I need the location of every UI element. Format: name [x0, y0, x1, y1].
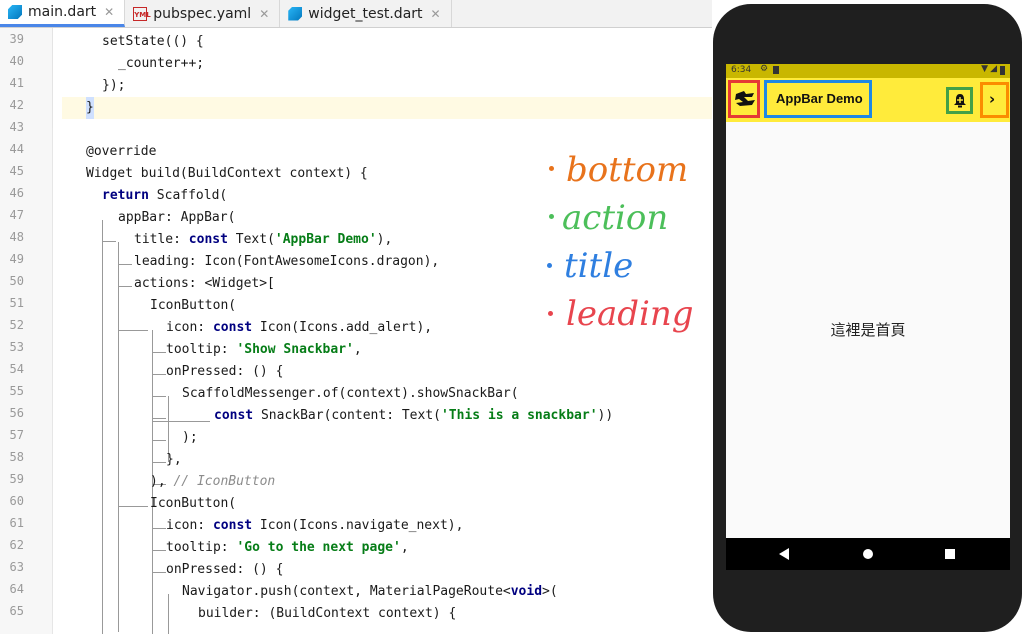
annotation-leading: leading: [566, 294, 694, 334]
close-icon[interactable]: ✕: [259, 7, 269, 21]
app-bar-title: AppBar Demo: [776, 91, 863, 106]
code-line: ), // IconButton: [150, 474, 276, 489]
line-number: 59: [9, 472, 24, 486]
dragon-icon[interactable]: [734, 90, 756, 108]
sd-card-icon: [773, 66, 779, 74]
code-line: leading: Icon(FontAwesomeIcons.dragon),: [134, 254, 440, 269]
code-line: onPressed: () {: [166, 364, 284, 379]
line-number: 44: [9, 142, 24, 156]
tree-guide: [152, 506, 153, 634]
gear-icon: ⚙: [760, 64, 769, 74]
bullet-dot: [548, 311, 553, 316]
line-number: 51: [9, 296, 24, 310]
code-line: IconButton(: [150, 496, 237, 511]
code-line: builder: (BuildContext context) {: [198, 606, 457, 621]
tab-widget-test-dart[interactable]: widget_test.dart ✕: [280, 0, 452, 27]
line-number: 64: [9, 582, 24, 596]
editor-tab-bar: main.dart ✕ YML pubspec.yaml ✕ widget_te…: [0, 0, 712, 28]
code-line: return Scaffold(: [102, 188, 228, 203]
recents-icon[interactable]: [945, 549, 955, 559]
line-number-gutter: 39 40 41 42 43 44 45 46 47 48 49 50 51 5…: [0, 28, 53, 634]
dart-file-icon: [288, 6, 303, 21]
code-line: Navigator.push(context, MaterialPageRout…: [182, 584, 558, 599]
line-number: 61: [9, 516, 24, 530]
line-number: 46: [9, 186, 24, 200]
line-number: 49: [9, 252, 24, 266]
code-line: ScaffoldMessenger.of(context).showSnackB…: [182, 386, 519, 401]
status-time: 6:34: [731, 65, 752, 75]
line-number: 53: [9, 340, 24, 354]
code-line: appBar: AppBar(: [118, 210, 236, 225]
current-line-highlight: [62, 97, 712, 119]
code-line: tooltip: 'Show Snackbar',: [166, 342, 362, 357]
code-line: icon: const Icon(Icons.add_alert),: [166, 320, 433, 335]
code-line: _counter++;: [118, 56, 205, 71]
code-line: onPressed: () {: [166, 562, 284, 577]
navigate-next-icon[interactable]: ›: [989, 90, 995, 108]
close-icon[interactable]: ✕: [104, 5, 114, 19]
line-number: 57: [9, 428, 24, 442]
tab-pubspec-yaml[interactable]: YML pubspec.yaml ✕: [125, 0, 281, 27]
line-number: 56: [9, 406, 24, 420]
tree-guide: [118, 242, 119, 632]
code-line: setState(() {: [102, 34, 204, 49]
code-line: icon: const Icon(Icons.navigate_next),: [166, 518, 464, 533]
line-number: 55: [9, 384, 24, 398]
code-line: @override: [86, 144, 157, 159]
code-line: );: [182, 430, 198, 445]
close-icon[interactable]: ✕: [431, 7, 441, 21]
line-number: 40: [9, 54, 24, 68]
code-line: const SnackBar(content: Text('This is a …: [214, 408, 614, 423]
wifi-icon: ▼: [981, 64, 988, 74]
tab-main-dart[interactable]: main.dart ✕: [0, 0, 126, 27]
phone-screen: 6:34 ⚙ ▼ ◢ AppBar Demo › 這裡是首頁: [726, 64, 1010, 570]
tree-guide: [102, 220, 103, 634]
line-number: 50: [9, 274, 24, 288]
line-number: 42: [9, 98, 24, 112]
annotation-title: title: [564, 246, 634, 286]
code-line: title: const Text('AppBar Demo'),: [134, 232, 393, 247]
status-bar: 6:34 ⚙ ▼ ◢: [726, 64, 1010, 78]
annotation-action: action: [562, 198, 669, 238]
line-number: 60: [9, 494, 24, 508]
app-bar: AppBar Demo ›: [726, 78, 1010, 122]
code-line: Widget build(BuildContext context) {: [86, 166, 368, 181]
line-number: 45: [9, 164, 24, 178]
line-number: 58: [9, 450, 24, 464]
bullet-dot: [547, 263, 552, 268]
line-number: 39: [9, 32, 24, 46]
line-number: 62: [9, 538, 24, 552]
line-number: 48: [9, 230, 24, 244]
line-number: 63: [9, 560, 24, 574]
code-line: });: [102, 78, 126, 93]
code-line: tooltip: 'Go to the next page',: [166, 540, 409, 555]
tab-label: main.dart: [28, 4, 97, 20]
line-number: 43: [9, 120, 24, 134]
line-number: 41: [9, 76, 24, 90]
line-number: 52: [9, 318, 24, 332]
line-number: 65: [9, 604, 24, 618]
android-nav-bar: [726, 538, 1010, 570]
tree-guide: [168, 594, 169, 634]
annotation-bottom: bottom: [566, 150, 689, 190]
yaml-file-icon: YML: [133, 6, 151, 21]
tab-label: widget_test.dart: [308, 5, 423, 22]
code-line: },: [166, 452, 182, 467]
tab-label: pubspec.yaml: [153, 5, 252, 22]
battery-icon: [1000, 66, 1005, 75]
bullet-dot: [549, 166, 554, 171]
dart-file-icon: [8, 5, 22, 19]
code-line: }: [86, 97, 94, 119]
bullet-dot: [549, 214, 554, 219]
back-icon[interactable]: [779, 548, 789, 560]
line-number: 47: [9, 208, 24, 222]
code-line: actions: <Widget>[: [134, 276, 275, 291]
add-alert-icon[interactable]: [953, 93, 967, 108]
signal-icon: ◢: [990, 64, 997, 74]
line-number: 54: [9, 362, 24, 376]
home-icon[interactable]: [863, 549, 873, 559]
home-page-text: 這裡是首頁: [830, 321, 906, 339]
code-line: IconButton(: [150, 298, 237, 313]
